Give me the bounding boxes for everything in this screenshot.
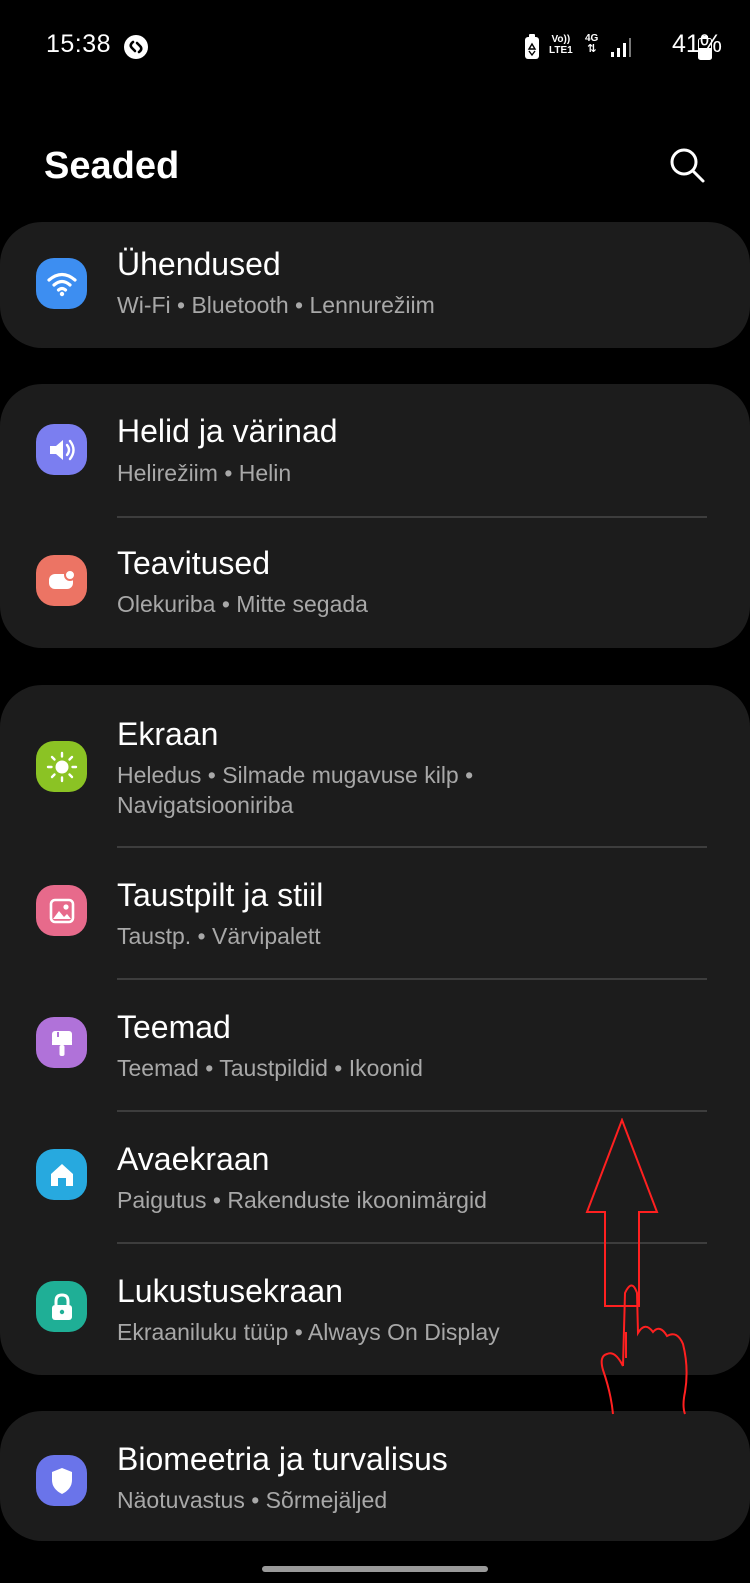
settings-item-lock-screen[interactable]: Lukustusekraan Ekraaniluku tüüp • Always… (0, 1244, 750, 1375)
settings-group-display: Ekraan Heledus • Silmade mugavuse kilp •… (0, 685, 750, 1375)
settings-item-display[interactable]: Ekraan Heledus • Silmade mugavuse kilp •… (0, 685, 750, 846)
settings-item-wallpaper[interactable]: Taustpilt ja stiil Taustp. • Värvipalett (0, 848, 750, 978)
settings-group-sound: Helid ja värinad Helirežiim • Helin Teav… (0, 384, 750, 648)
volte-indicator: Vo)) LTE1 (549, 34, 573, 56)
status-bar: 15:38 Vo)) LTE1 4G ⇅ 41% (0, 0, 750, 94)
signal-icon (611, 38, 631, 57)
item-subtitle: Wi-Fi • Bluetooth • Lennurežiim (117, 292, 435, 318)
home-indicator[interactable] (262, 1566, 488, 1572)
item-title: Teavitused (117, 545, 270, 581)
settings-group-connections: Ühendused Wi-Fi • Bluetooth • Lennurežii… (0, 222, 750, 348)
brightness-icon (36, 741, 87, 792)
data-arrows-icon: ⇅ (587, 43, 597, 55)
battery-saver-icon (525, 34, 539, 59)
item-subtitle: Helirežiim • Helin (117, 460, 292, 486)
settings-item-themes[interactable]: Teemad Teemad • Taustpildid • Ikoonid (0, 980, 750, 1110)
settings-item-biometrics[interactable]: Biomeetria ja turvalisus Näotuvastus • S… (0, 1411, 750, 1541)
item-subtitle: Ekraaniluku tüüp • Always On Display (117, 1319, 500, 1345)
settings-group-security: Biomeetria ja turvalisus Näotuvastus • S… (0, 1411, 750, 1541)
shazam-icon (124, 35, 148, 59)
status-icons: Vo)) LTE1 4G ⇅ 41% (420, 28, 750, 64)
status-time: 15:38 (46, 30, 112, 58)
item-subtitle-line-2: Navigatsiooniriba (117, 792, 294, 818)
item-title: Ühendused (117, 246, 281, 282)
volte-line-2: LTE1 (549, 45, 573, 56)
network-indicator: 4G ⇅ (585, 33, 598, 55)
item-subtitle: Paigutus • Rakenduste ikoonimärgid (117, 1187, 487, 1213)
item-title: Teemad (117, 1009, 231, 1045)
page-title: Seaded (44, 145, 180, 187)
lock-icon (36, 1281, 87, 1332)
volume-icon (36, 424, 87, 475)
search-icon[interactable] (665, 143, 709, 187)
item-title: Avaekraan (117, 1141, 270, 1177)
volte-line-1: Vo)) (551, 34, 571, 45)
settings-item-connections[interactable]: Ühendused Wi-Fi • Bluetooth • Lennurežii… (0, 222, 750, 348)
item-title: Lukustusekraan (117, 1273, 343, 1309)
item-title: Helid ja värinad (117, 413, 338, 449)
wifi-icon (36, 258, 87, 309)
item-subtitle: Taustp. • Värvipalett (117, 923, 321, 949)
item-title: Biomeetria ja turvalisus (117, 1441, 448, 1477)
home-icon (36, 1149, 87, 1200)
item-subtitle: Teemad • Taustpildid • Ikoonid (117, 1055, 423, 1081)
settings-item-sounds[interactable]: Helid ja värinad Helirežiim • Helin (0, 384, 750, 516)
item-title: Taustpilt ja stiil (117, 877, 324, 913)
item-subtitle: Näotuvastus • Sõrmejäljed (117, 1487, 388, 1513)
notification-icon (36, 555, 87, 606)
item-subtitle: Heledus • Silmade mugavuse kilp • (117, 762, 474, 788)
theme-brush-icon (36, 1017, 87, 1068)
battery-icon (698, 36, 712, 60)
shield-icon (36, 1455, 87, 1506)
settings-item-home-screen[interactable]: Avaekraan Paigutus • Rakenduste ikoonimä… (0, 1112, 750, 1242)
wallpaper-icon (36, 885, 87, 936)
battery-percent: 41% (671, 30, 722, 58)
settings-item-notifications[interactable]: Teavitused Olekuriba • Mitte segada (0, 518, 750, 648)
item-subtitle: Olekuriba • Mitte segada (117, 591, 368, 617)
item-title: Ekraan (117, 716, 219, 752)
